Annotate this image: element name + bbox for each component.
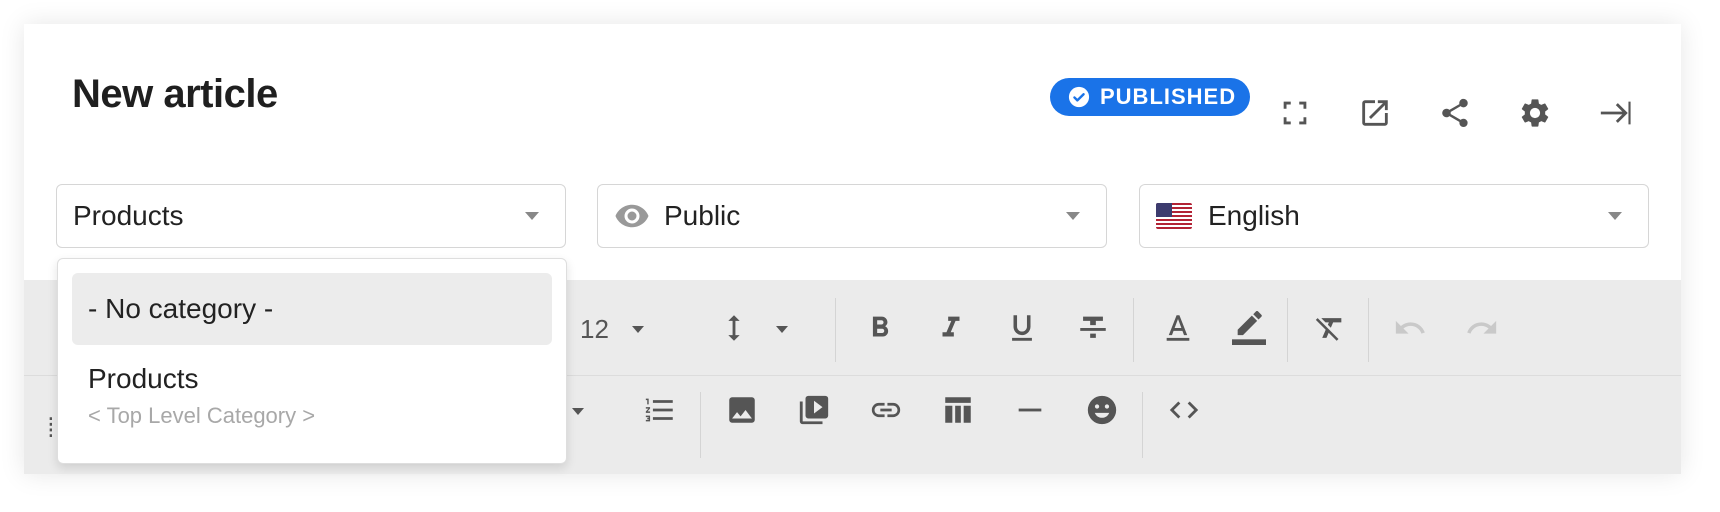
dropdown-option-products[interactable]: Products < Top Level Category >: [88, 363, 315, 429]
link-icon[interactable]: [868, 392, 904, 428]
video-icon[interactable]: [796, 392, 832, 428]
chevron-down-icon: [525, 212, 539, 220]
text-color-icon[interactable]: [1160, 310, 1196, 346]
chevron-down-icon: [1608, 212, 1622, 220]
status-badge-label: PUBLISHED: [1100, 84, 1237, 109]
underline-icon[interactable]: [1004, 310, 1040, 346]
emoji-icon[interactable]: [1084, 392, 1120, 428]
strikethrough-icon[interactable]: [1075, 310, 1111, 346]
check-circle-icon: [1068, 86, 1090, 108]
image-icon[interactable]: [724, 392, 760, 428]
language-select-value: English: [1208, 200, 1300, 231]
dropdown-option-no-category[interactable]: - No category -: [72, 273, 552, 345]
line-height-icon[interactable]: [716, 310, 752, 346]
category-select-value: Products: [73, 200, 184, 231]
toolbar-divider: [1287, 298, 1288, 362]
toolbar-divider: [700, 392, 701, 458]
settings-icon[interactable]: [1517, 95, 1553, 131]
toolbar-divider: [1368, 298, 1369, 362]
chevron-down-icon[interactable]: [632, 326, 644, 333]
category-select[interactable]: Products: [56, 184, 566, 248]
toolbar-divider: [1133, 298, 1134, 362]
toolbar-divider: [835, 298, 836, 362]
dropdown-option-sublabel: < Top Level Category >: [88, 403, 316, 428]
share-icon[interactable]: [1437, 95, 1473, 131]
visibility-select-value: Public: [664, 200, 741, 231]
open-external-icon[interactable]: [1357, 95, 1393, 131]
chevron-down-icon: [1066, 212, 1080, 220]
horizontal-rule-icon[interactable]: [1012, 392, 1048, 428]
ordered-list-icon[interactable]: [642, 392, 678, 428]
undo-icon[interactable]: [1392, 310, 1428, 346]
fullscreen-icon[interactable]: [1277, 95, 1313, 131]
page-title: New article: [72, 72, 278, 116]
code-icon[interactable]: [1166, 392, 1202, 428]
table-icon[interactable]: [940, 392, 976, 428]
category-dropdown-menu: - No category - Products < Top Level Cat…: [57, 258, 567, 464]
eye-icon: [614, 198, 650, 234]
language-select[interactable]: English: [1139, 184, 1649, 248]
toolbar-divider: [1142, 392, 1143, 458]
redo-icon[interactable]: [1464, 310, 1500, 346]
dropdown-option-label: Products: [88, 363, 199, 394]
collapse-panel-icon[interactable]: [1597, 95, 1633, 131]
italic-icon[interactable]: [933, 310, 969, 346]
bold-icon[interactable]: [862, 310, 898, 346]
bullet-list-icon[interactable]: [44, 408, 52, 442]
status-badge[interactable]: PUBLISHED: [1050, 78, 1250, 116]
font-size-value[interactable]: 12: [580, 314, 609, 345]
clear-format-icon[interactable]: [1312, 310, 1348, 346]
visibility-select[interactable]: Public: [597, 184, 1107, 248]
chevron-down-icon[interactable]: [776, 326, 788, 333]
us-flag-icon: [1156, 203, 1192, 229]
highlight-icon[interactable]: [1231, 310, 1267, 346]
chevron-down-icon[interactable]: [572, 408, 584, 415]
dropdown-option-label: - No category -: [88, 293, 274, 324]
